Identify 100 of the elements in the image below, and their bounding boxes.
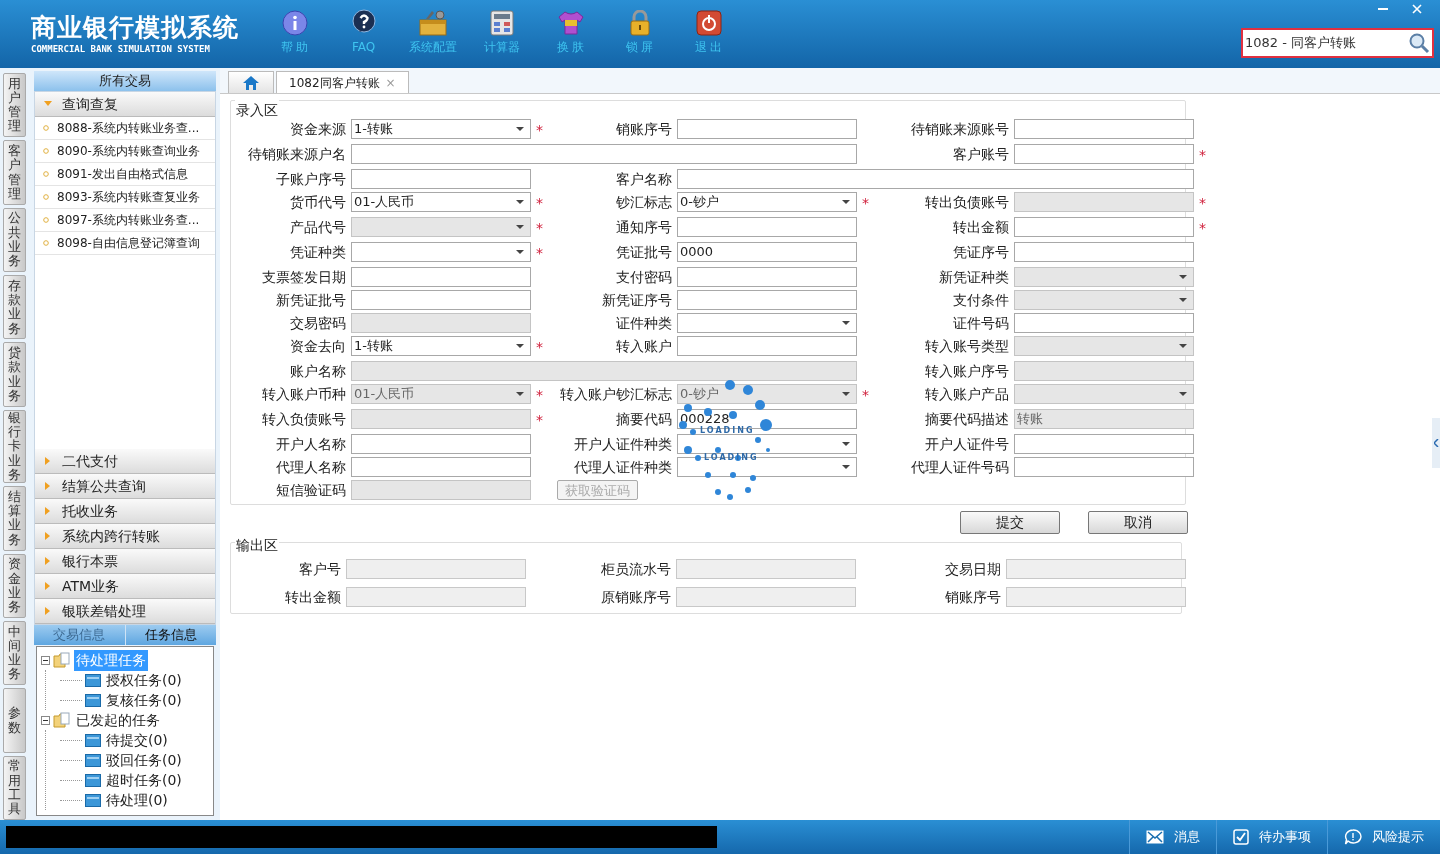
field-label: 支付条件	[952, 291, 1009, 310]
search-field[interactable]: 1082 - 同客户转账	[1241, 28, 1434, 58]
field-label: 开户人证件种类	[573, 435, 672, 454]
page-tab[interactable]: 1082同客户转账 ×	[276, 71, 409, 93]
accordion-header[interactable]: 银联差错处理	[35, 599, 215, 624]
select-field[interactable]: 1-转账	[351, 119, 531, 139]
folder-icon	[53, 712, 71, 728]
side-tab[interactable]: 银行卡业务	[3, 409, 26, 484]
side-tab[interactable]: 资金业务	[3, 553, 26, 618]
required-mark: *	[536, 244, 544, 263]
accordion-header[interactable]: 结算公共查询	[35, 474, 215, 499]
input-field[interactable]	[1014, 242, 1194, 262]
input-field[interactable]	[1014, 144, 1194, 164]
calculator-icon	[489, 10, 514, 36]
select-field[interactable]: 0-钞户	[677, 192, 857, 212]
dropdown-caret-icon	[1179, 275, 1187, 279]
select-field[interactable]	[677, 434, 857, 454]
submit-button[interactable]: 提交	[960, 511, 1060, 534]
side-tab[interactable]: 贷款业务	[3, 342, 26, 407]
collapse-toggle-icon[interactable]	[41, 715, 50, 725]
side-tab[interactable]: 中间业务	[3, 621, 26, 686]
input-field[interactable]	[1014, 313, 1194, 333]
field-label: 短信验证码	[275, 481, 346, 500]
tree-item[interactable]: 授权任务(0)	[104, 669, 184, 691]
tree-item[interactable]: 驳回任务(0)	[104, 749, 184, 771]
input-field[interactable]	[1014, 119, 1194, 139]
required-mark: *	[1199, 219, 1207, 238]
accordion-header[interactable]: 二代支付	[35, 449, 215, 474]
select-field[interactable]	[351, 242, 531, 262]
input-field[interactable]	[351, 267, 531, 287]
folder-icon	[85, 753, 101, 767]
input-field[interactable]	[677, 336, 857, 356]
collapse-handle[interactable]	[1432, 418, 1440, 468]
field-label: 交易密码	[289, 314, 346, 333]
select-field[interactable]: 1-转账	[351, 336, 531, 356]
cancel-button[interactable]: 取消	[1088, 511, 1188, 534]
accordion-header[interactable]: 查询查复	[35, 92, 215, 117]
input-field[interactable]	[351, 457, 531, 477]
field-label: 转出金额	[952, 218, 1009, 237]
field-label: 新凭证批号	[275, 291, 346, 310]
side-tab[interactable]: 存款业务	[3, 275, 26, 340]
status-button[interactable]: 待办事项	[1216, 820, 1327, 854]
transaction-item[interactable]: 8090-系统内转账查询业务	[35, 140, 215, 163]
select-field[interactable]: 01-人民币	[351, 192, 531, 212]
checkbox-icon	[1233, 829, 1249, 845]
input-field[interactable]	[351, 144, 857, 164]
folder-icon	[85, 673, 101, 687]
dropdown-caret-icon	[516, 127, 524, 131]
field-label: 账户名称	[289, 362, 346, 381]
status-button[interactable]: 消息	[1129, 820, 1216, 854]
field-label: 开户人名称	[275, 435, 346, 454]
input-field[interactable]: 0000	[677, 242, 857, 262]
required-mark: *	[536, 219, 544, 238]
accordion-header[interactable]: 银行本票	[35, 549, 215, 574]
collapse-toggle-icon[interactable]	[41, 655, 50, 665]
tree-item[interactable]: 待提交(0)	[104, 729, 170, 751]
transaction-item[interactable]: 8091-发出自由格式信息	[35, 163, 215, 186]
side-tab[interactable]: 常用工具	[3, 755, 26, 821]
transaction-item[interactable]: 8093-系统内转账查复业务	[35, 186, 215, 209]
status-button[interactable]: 风险提示	[1327, 820, 1440, 854]
side-tab[interactable]: 参数	[3, 688, 26, 753]
tree-item[interactable]: 复核任务(0)	[104, 689, 184, 711]
side-tab[interactable]: 结算业务	[3, 486, 26, 551]
input-field[interactable]	[351, 290, 531, 310]
chevron-left-icon	[1433, 439, 1439, 447]
loading-label: LOADING	[700, 426, 755, 436]
caret-right-icon	[44, 557, 52, 565]
input-field[interactable]	[351, 434, 531, 454]
sidebar-header: 所有交易	[34, 71, 216, 91]
power-icon	[695, 10, 722, 36]
tree-item[interactable]: 待处理(0)	[104, 789, 170, 811]
bullet-icon	[43, 125, 49, 131]
input-field[interactable]	[677, 169, 1194, 189]
tree-item[interactable]: 已发起的任务	[74, 709, 162, 731]
field-label: 通知序号	[615, 218, 672, 237]
accordion-header[interactable]: ATM业务	[35, 574, 215, 599]
tab[interactable]: 任务信息	[125, 625, 216, 645]
required-mark: *	[536, 411, 544, 430]
tree-item[interactable]: 超时任务(0)	[104, 769, 184, 791]
field-label: 转出金额	[284, 588, 341, 607]
input-field[interactable]	[351, 169, 531, 189]
input-field[interactable]	[677, 290, 857, 310]
input-field[interactable]	[677, 119, 857, 139]
input-field[interactable]	[677, 217, 857, 237]
required-mark: *	[536, 194, 544, 213]
transaction-item[interactable]: 8097-系统内转账业务查...	[35, 209, 215, 232]
accordion-header[interactable]: 托收业务	[35, 499, 215, 524]
input-field[interactable]	[1014, 457, 1194, 477]
side-tab[interactable]: 公共业务	[3, 207, 26, 273]
home-tab[interactable]	[228, 71, 274, 93]
input-field[interactable]	[1014, 217, 1194, 237]
input-field[interactable]	[1014, 434, 1194, 454]
side-tab[interactable]: 客户管理	[3, 140, 26, 205]
caret-right-icon	[44, 482, 52, 490]
side-tab[interactable]: 用户管理	[3, 73, 26, 138]
transaction-item[interactable]: 8088-系统内转账业务查...	[35, 117, 215, 140]
select-field[interactable]	[677, 313, 857, 333]
transaction-item[interactable]: 8098-自由信息登记簿查询	[35, 232, 215, 255]
input-field[interactable]	[677, 267, 857, 287]
accordion-header[interactable]: 系统内跨行转账	[35, 524, 215, 549]
